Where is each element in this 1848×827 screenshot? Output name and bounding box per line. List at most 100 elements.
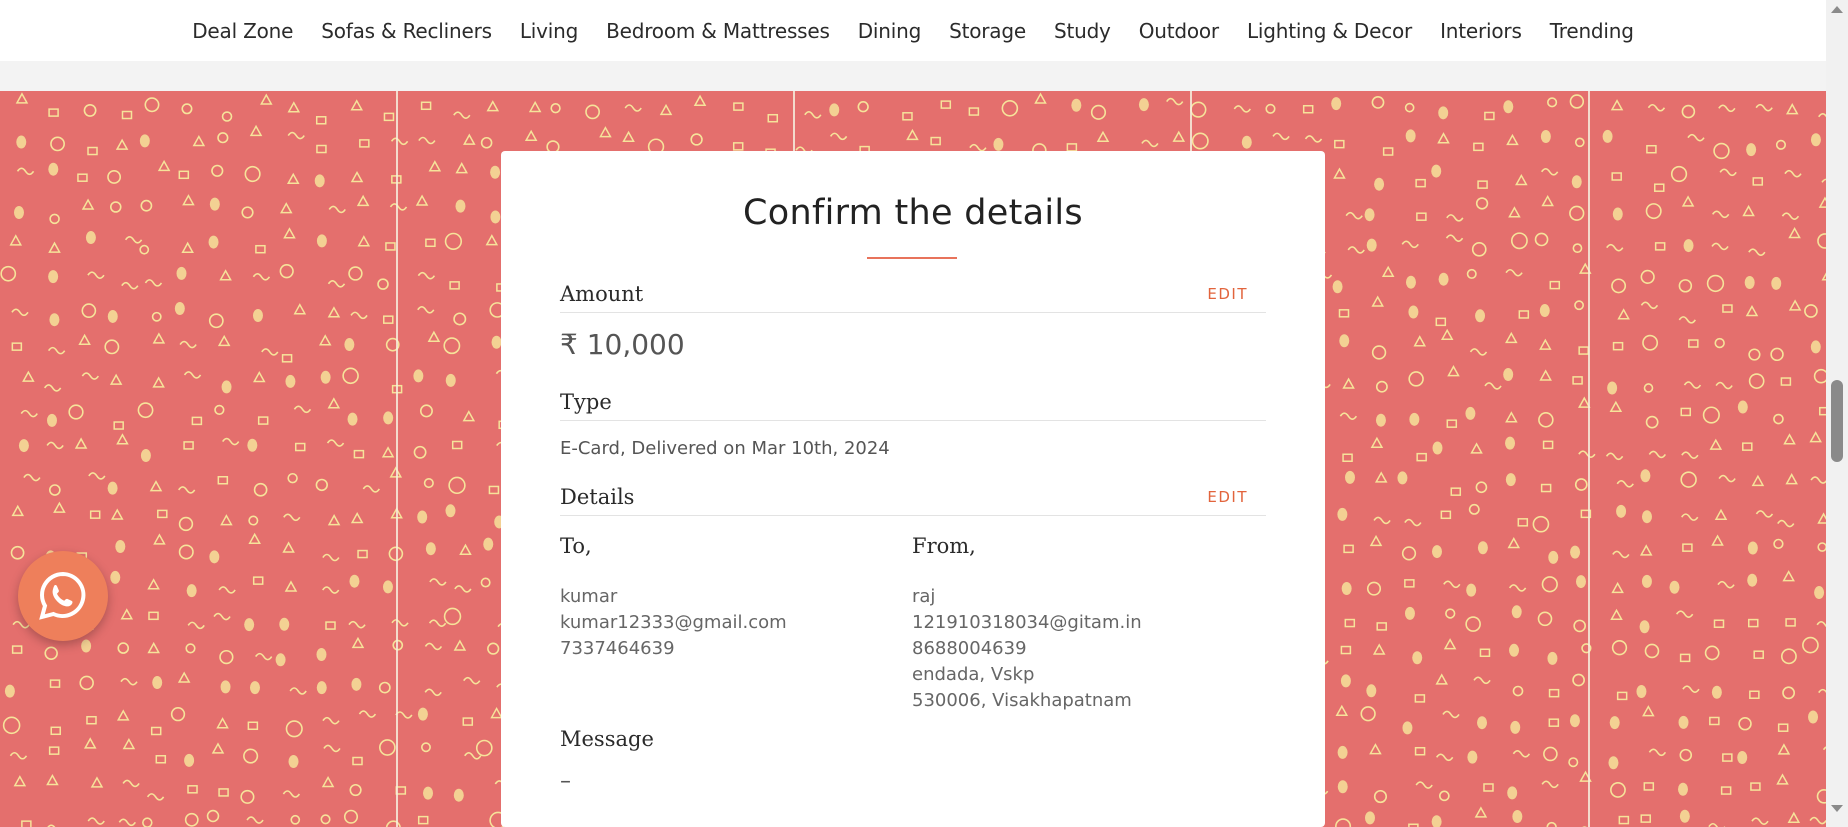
doodle-shape (1512, 809, 1523, 823)
doodle-shape (344, 338, 355, 352)
doodle-shape (1719, 168, 1737, 177)
doodle-shape (174, 302, 185, 316)
doodle-shape (1640, 814, 1651, 823)
doodle-shape (350, 311, 368, 320)
doodle-shape (1639, 620, 1650, 634)
doodle-shape (1438, 106, 1449, 120)
doodle-shape (79, 675, 94, 691)
doodle-shape (1642, 334, 1659, 351)
nav-trending[interactable]: Trending (1536, 19, 1648, 43)
doodle-shape (455, 162, 468, 174)
doodle-shape (318, 334, 332, 346)
edit-details-button[interactable]: EDIT (1207, 488, 1248, 506)
doodle-shape (362, 485, 381, 493)
doodle-shape (1540, 483, 1552, 493)
doodle-shape (157, 509, 168, 519)
doodle-shape (221, 111, 233, 122)
doodle-shape (252, 273, 271, 281)
doodle-shape (87, 271, 105, 279)
doodle-shape (1440, 510, 1452, 520)
doodle-shape (1681, 513, 1699, 521)
doodle-shape (282, 790, 301, 798)
doodle-shape (417, 271, 436, 280)
doodle-shape (1440, 328, 1454, 341)
doodle-shape (140, 449, 151, 463)
doodle-shape (1752, 177, 1764, 186)
doodle-shape (321, 775, 335, 788)
doodle-shape (1711, 534, 1724, 546)
doodle-shape (1438, 272, 1449, 286)
type-label: Type (560, 390, 612, 414)
doodle-shape (1512, 685, 1524, 697)
doodle-shape (528, 100, 542, 113)
doodle-shape (1785, 618, 1796, 627)
doodle-shape (322, 553, 340, 562)
doodle-shape (413, 445, 427, 459)
doodle-shape (1474, 806, 1488, 818)
doodle-shape (16, 135, 27, 149)
doodle-shape (21, 820, 32, 827)
doodle-shape (1611, 639, 1628, 656)
nav-deal-zone[interactable]: Deal Zone (178, 19, 307, 43)
doodle-shape (1738, 716, 1752, 731)
nav-outdoor[interactable]: Outdoor (1125, 19, 1233, 43)
doodle-shape (342, 367, 359, 385)
doodle-shape (353, 449, 365, 459)
nav-sofas-recliners[interactable]: Sofas & Recliners (307, 19, 506, 43)
doodle-shape (1340, 645, 1352, 655)
doodle-shape (260, 93, 273, 105)
scroll-down-arrow-icon[interactable] (1831, 805, 1843, 812)
doodle-shape (151, 311, 162, 322)
nav-storage[interactable]: Storage (935, 19, 1040, 43)
whatsapp-icon (39, 571, 86, 620)
doodle-shape (377, 278, 389, 290)
doodle-shape (90, 776, 104, 788)
doodle-shape (1331, 97, 1342, 111)
scrollbar-thumb[interactable] (1831, 380, 1843, 462)
doodle-shape (1334, 139, 1345, 149)
doodle-shape (1814, 586, 1825, 600)
doodle-shape (1610, 99, 1624, 111)
nav-dining[interactable]: Dining (844, 19, 935, 43)
doodle-shape (1675, 610, 1694, 618)
doodle-shape (1720, 786, 1732, 795)
doodle-shape (116, 709, 130, 721)
doodle-shape (453, 312, 467, 326)
doodle-shape (1466, 268, 1477, 279)
doodle-shape (1678, 715, 1689, 729)
doodle-shape (240, 789, 255, 804)
doodle-shape (1574, 478, 1588, 491)
doodle-shape (1404, 579, 1415, 588)
doodle-shape (217, 334, 231, 347)
doodle-shape (275, 653, 286, 667)
nav-interiors[interactable]: Interiors (1426, 19, 1536, 43)
nav-lighting-decor[interactable]: Lighting & Decor (1233, 19, 1426, 43)
doodle-shape (1548, 718, 1560, 727)
whatsapp-button[interactable] (18, 551, 108, 641)
doodle-shape (1574, 300, 1584, 311)
doodle-shape (1771, 276, 1782, 290)
doodle-shape (1572, 243, 1583, 254)
doodle-shape (147, 641, 160, 654)
doodle-shape (1337, 507, 1348, 521)
doodle-shape (285, 720, 303, 738)
doodle-shape (1404, 518, 1422, 527)
doodle-shape (395, 711, 413, 719)
doodle-shape (1512, 749, 1531, 758)
doodle-shape (1332, 280, 1343, 294)
doodle-shape (486, 100, 500, 112)
nav-living[interactable]: Living (506, 19, 592, 43)
scroll-up-arrow-icon[interactable] (1831, 6, 1843, 13)
nav-bedroom-mattresses[interactable]: Bedroom & Mattresses (592, 19, 844, 43)
vertical-scrollbar[interactable] (1826, 0, 1848, 827)
recipient-details: kumar kumar12333@gmail.com 7337464639 (560, 584, 787, 662)
doodle-shape (1751, 474, 1765, 487)
doodle-shape (216, 717, 229, 729)
doodle-shape (1643, 383, 1654, 393)
doodle-shape (1612, 550, 1630, 559)
doodle-shape (244, 618, 255, 632)
doodle-shape (144, 97, 160, 113)
doodle-shape (1782, 686, 1796, 700)
edit-amount-button[interactable]: EDIT (1207, 285, 1248, 303)
nav-study[interactable]: Study (1040, 19, 1125, 43)
